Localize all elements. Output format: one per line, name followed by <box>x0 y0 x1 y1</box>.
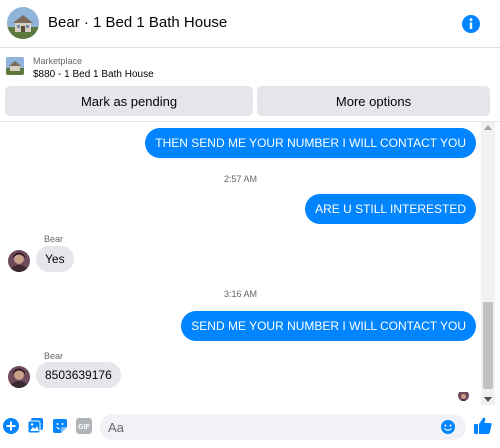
marketplace-listing-panel: Marketplace $880 - 1 Bed 1 Bath House Ma… <box>0 49 500 122</box>
sender-name: Bear <box>44 234 64 244</box>
sender-avatar[interactable] <box>8 366 30 388</box>
outgoing-message[interactable]: THEN SEND ME YOUR NUMBER I WILL CONTACT … <box>145 128 476 158</box>
incoming-message[interactable]: 8503639176 <box>36 362 121 388</box>
outgoing-message[interactable]: SEND ME YOUR NUMBER I WILL CONTACT YOU <box>181 311 476 341</box>
chat-title[interactable]: Bear · 1 Bed 1 Bath House <box>48 14 227 31</box>
sender-avatar[interactable] <box>8 250 30 272</box>
message-input-box[interactable] <box>100 414 466 440</box>
emoji-icon[interactable] <box>440 419 456 435</box>
message-input[interactable] <box>108 414 428 440</box>
message-composer: GIF <box>0 405 500 448</box>
plus-icon[interactable] <box>2 417 20 435</box>
listing-source-label: Marketplace <box>33 56 83 66</box>
gif-label: GIF <box>78 424 90 431</box>
listing-avatar[interactable] <box>7 7 39 39</box>
like-icon[interactable] <box>473 416 493 436</box>
info-icon[interactable] <box>459 12 483 36</box>
outgoing-message[interactable]: ARE U STILL INTERESTED <box>305 194 476 224</box>
gif-icon[interactable]: GIF <box>75 417 93 435</box>
listing-thumbnail[interactable] <box>6 57 24 75</box>
sender-name: Bear <box>44 351 64 361</box>
message-thread[interactable]: THEN SEND ME YOUR NUMBER I WILL CONTACT … <box>0 122 481 405</box>
mark-as-pending-button[interactable]: Mark as pending <box>5 86 253 116</box>
scroll-up-arrow-icon[interactable] <box>484 125 492 130</box>
seen-receipt-avatar <box>458 390 469 401</box>
scroll-down-arrow-icon[interactable] <box>484 397 492 402</box>
listing-price-title[interactable]: $880 - 1 Bed 1 Bath House <box>33 69 154 80</box>
sticker-icon[interactable] <box>51 417 69 435</box>
more-options-button[interactable]: More options <box>257 86 490 116</box>
message-timestamp: 2:57 AM <box>223 174 258 184</box>
message-timestamp: 3:16 AM <box>223 289 258 299</box>
messenger-chat-window: Bear · 1 Bed 1 Bath House Marketplace $8… <box>0 0 500 448</box>
photo-icon[interactable] <box>27 417 45 435</box>
thread-scrollbar[interactable] <box>481 122 495 405</box>
chat-header: Bear · 1 Bed 1 Bath House <box>0 0 500 48</box>
scrollbar-thumb[interactable] <box>483 302 493 389</box>
incoming-message[interactable]: Yes <box>36 246 74 272</box>
